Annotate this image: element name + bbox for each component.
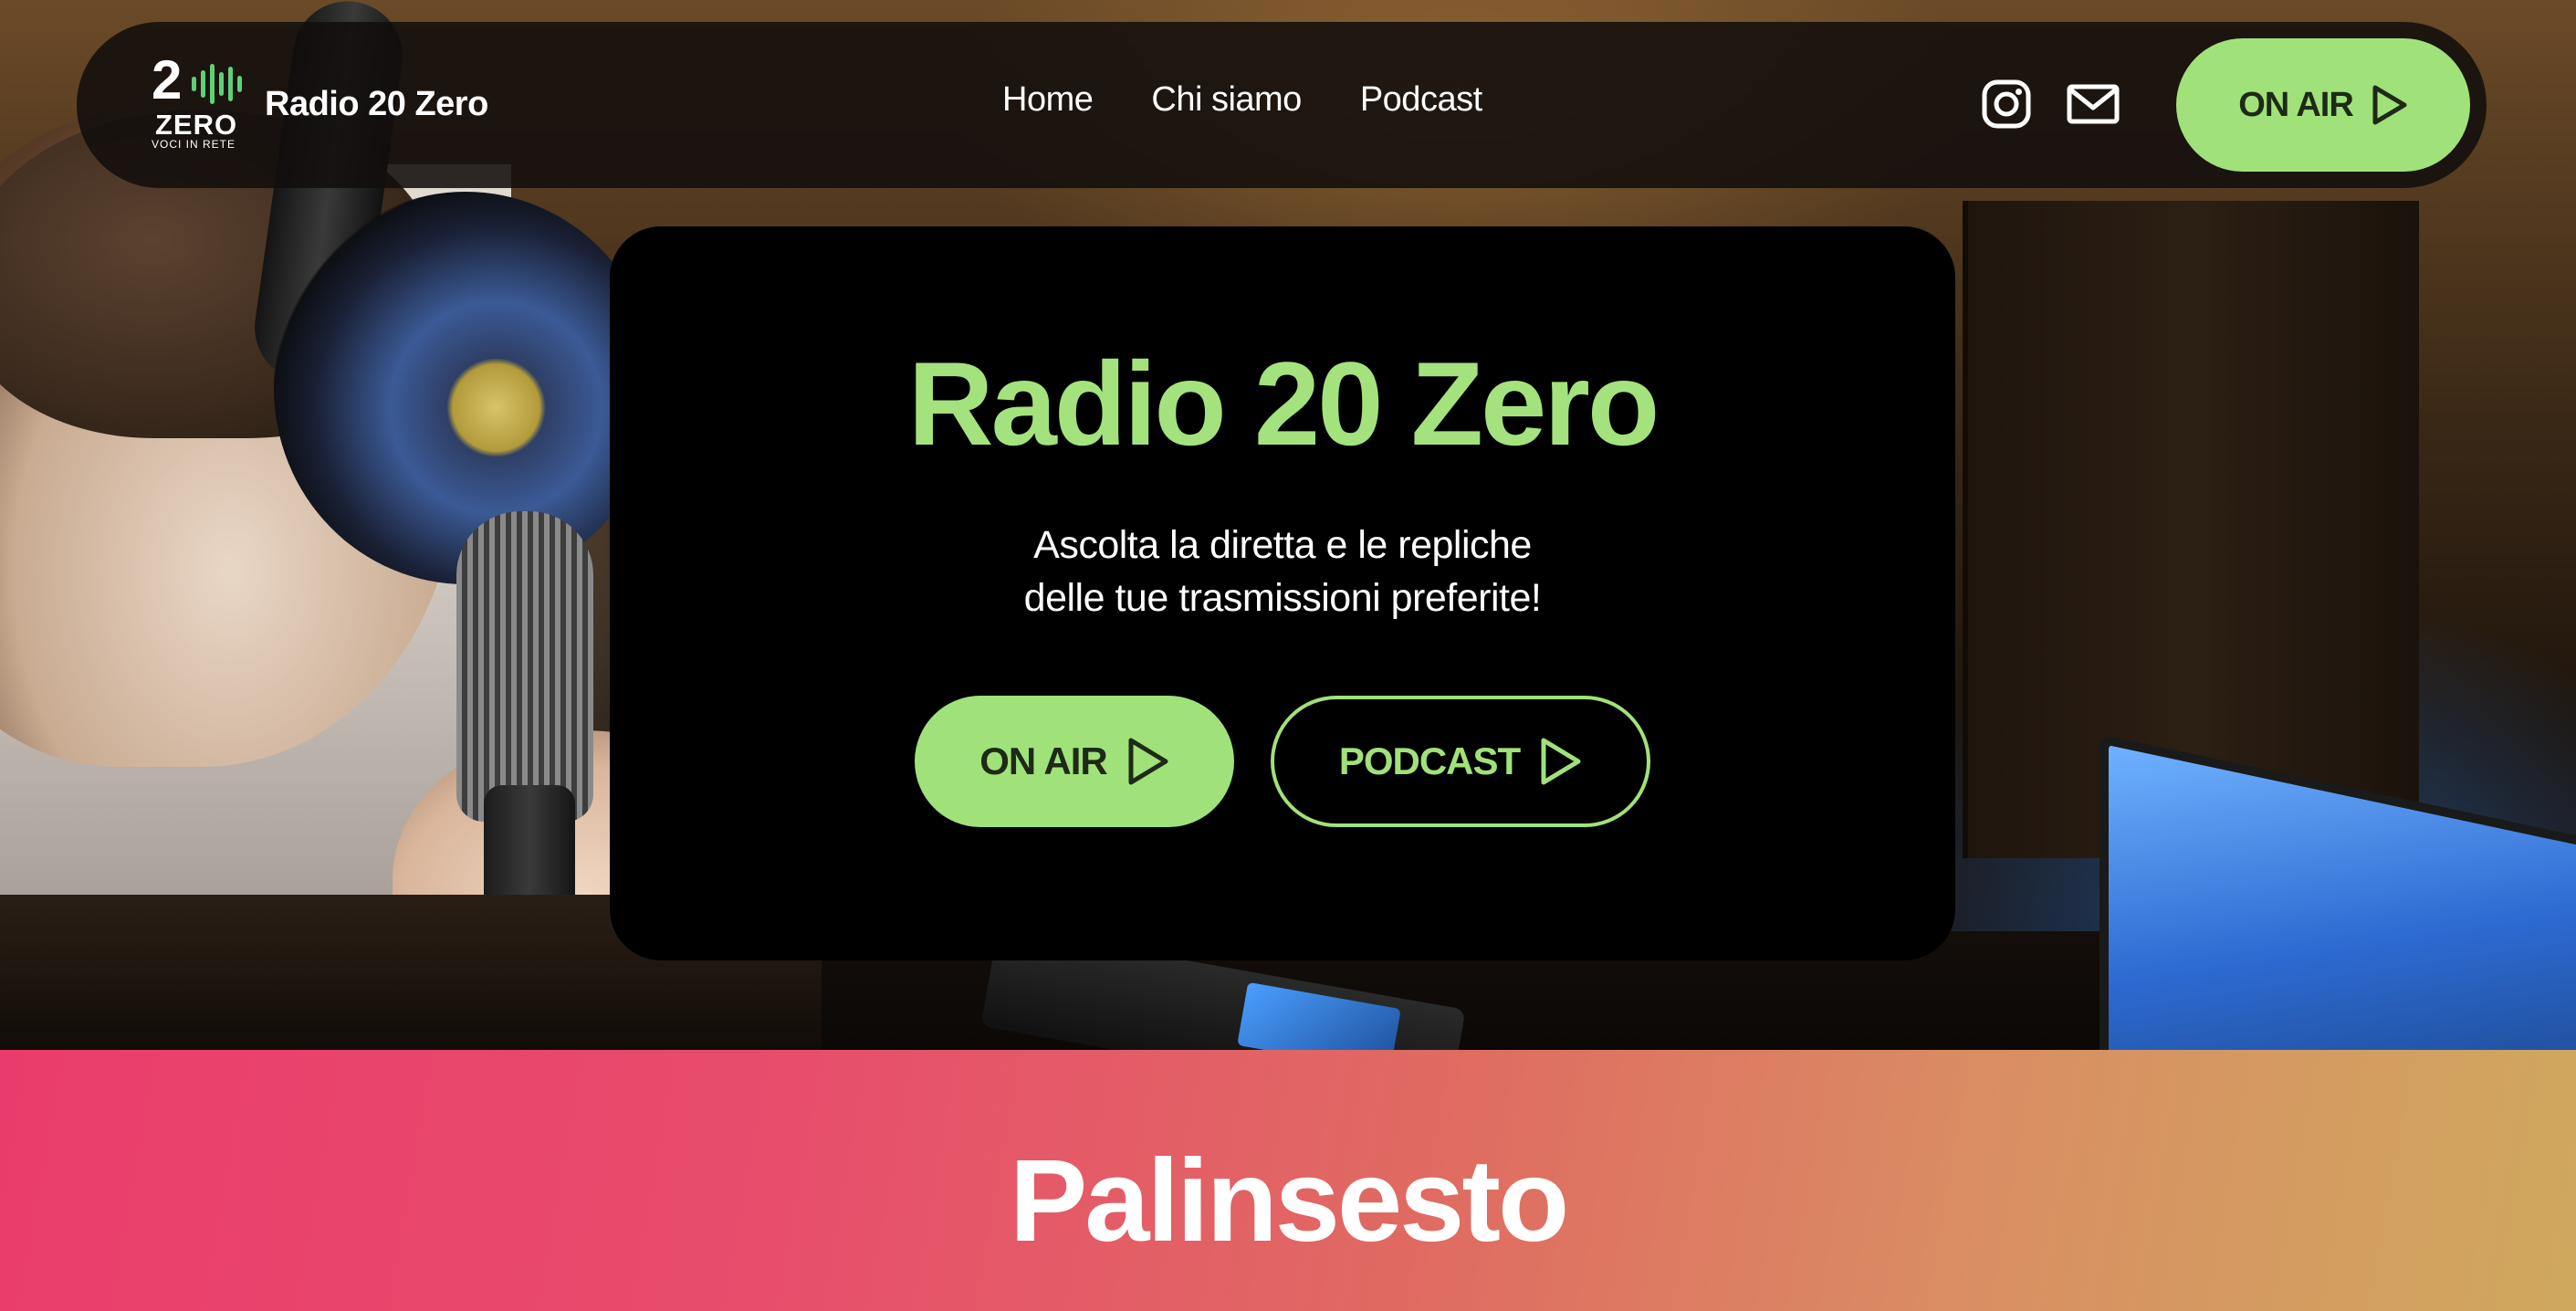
nav-link-chi-siamo[interactable]: Chi siamo: [1151, 80, 1302, 120]
hero-subtitle-line-2: delle tue trasmissioni preferite!: [1023, 576, 1542, 620]
brand-name: Radio 20 Zero: [265, 84, 488, 123]
background-headphone-earcup: [274, 192, 657, 584]
play-icon: [2372, 85, 2407, 125]
logo-word: ZERO: [155, 109, 238, 141]
hero-subtitle-line-1: Ascolta la diretta e le repliche: [1033, 523, 1532, 567]
instagram-icon[interactable]: [1981, 79, 2032, 130]
palinsesto-title: Palinsesto: [1009, 1136, 1569, 1266]
radio-logo: 2 ZERO VOCI IN RETE: [152, 53, 242, 152]
nav-link-home[interactable]: Home: [1002, 80, 1094, 120]
podcast-button[interactable]: PODCAST: [1271, 696, 1650, 827]
onair-button-nav-label: ON AIR: [2238, 85, 2354, 124]
hero-subtitle: Ascolta la diretta e le repliche delle t…: [610, 519, 1955, 624]
podcast-button-label: PODCAST: [1338, 739, 1521, 782]
mail-icon[interactable]: [2067, 84, 2120, 124]
background-microphone: [456, 511, 593, 822]
onair-button-nav[interactable]: ON AIR: [2176, 38, 2470, 172]
logo-tagline: VOCI IN RETE: [152, 138, 236, 151]
play-icon: [1541, 738, 1581, 785]
navbar: 2 ZERO VOCI IN RETE Radio 20 Zero Home C…: [77, 22, 2487, 188]
hero-title: Radio 20 Zero: [907, 337, 1660, 470]
logo-number: 2: [152, 49, 183, 110]
hero-card: Radio 20 Zero Ascolta la diretta e le re…: [610, 226, 1955, 960]
brand-home-link[interactable]: 2 ZERO VOCI IN RETE Radio 20 Zero: [152, 53, 488, 152]
onair-button-label: ON AIR: [979, 739, 1107, 782]
logo-soundwave-icon: [192, 62, 242, 106]
onair-button[interactable]: ON AIR: [915, 696, 1234, 827]
palinsesto-section: Palinsesto: [0, 1050, 2576, 1311]
play-icon: [1128, 738, 1168, 785]
nav-link-podcast[interactable]: Podcast: [1360, 80, 1482, 120]
nav-links: Home Chi siamo Podcast: [1002, 80, 1482, 120]
